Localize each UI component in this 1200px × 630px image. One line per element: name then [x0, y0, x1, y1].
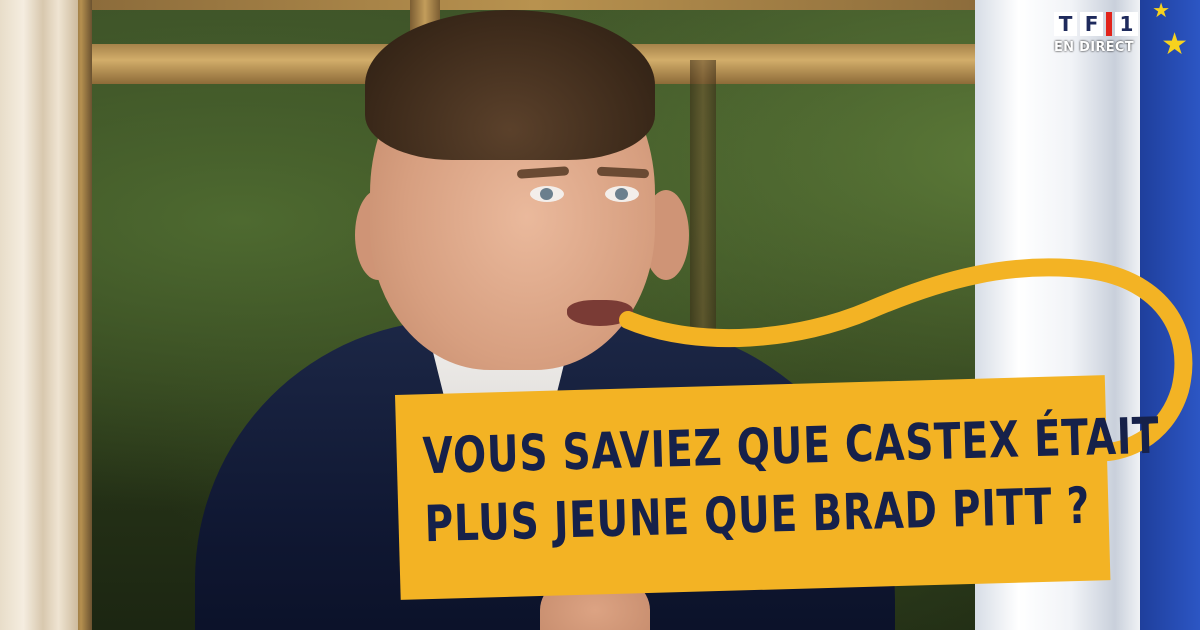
video-frame: ★ ★ TF1 EN DIRECT VOUS SAVIEZ QUE CASTEX…: [0, 0, 1200, 630]
caption-box: VOUS SAVIEZ QUE CASTEX ÉTAIT PLUS JEUNE …: [395, 375, 1160, 600]
caption-line-2: PLUS JEUNE QUE BRAD PITT ?: [423, 476, 1091, 554]
